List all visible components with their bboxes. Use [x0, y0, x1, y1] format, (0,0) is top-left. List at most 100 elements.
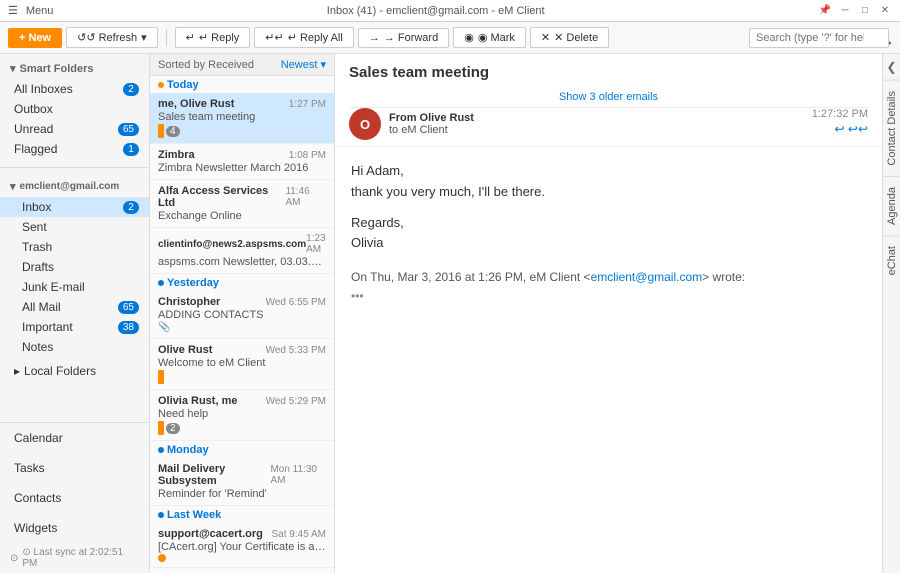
refresh-icon: ↺	[77, 31, 86, 44]
smart-folders-header[interactable]: ▾ Smart Folders	[0, 58, 149, 79]
sidebar-item-junk[interactable]: Junk E-mail	[0, 277, 149, 297]
email-item-olive-rust[interactable]: Olive Rust Wed 5:33 PM Welcome to eM Cli…	[150, 339, 334, 390]
quote-email-link[interactable]: emclient@gmail.com	[591, 270, 703, 284]
sidebar-item-important[interactable]: Important 38	[0, 317, 149, 337]
close-button[interactable]: ✕	[878, 4, 892, 18]
right-tab-contact-details[interactable]: Contact Details	[883, 80, 900, 176]
email-sender: Zimbra 1:08 PM	[158, 149, 326, 161]
sidebar-item-outbox[interactable]: Outbox	[0, 99, 149, 119]
today-dot	[158, 82, 164, 88]
menu-label[interactable]: Menu	[26, 5, 54, 17]
minimize-button[interactable]: ─	[838, 4, 852, 18]
sidebar-status: ⊙ ⊙ Last sync at 2:02:51 PM	[0, 543, 149, 573]
sidebar-item-local-folders[interactable]: ▸ Local Folders	[0, 361, 149, 381]
email-list: Sorted by Received Newest ▾ Today me, Ol…	[150, 54, 335, 573]
email-sender: Alfa Access Services Ltd 11:46 AM	[158, 185, 326, 209]
right-tab-echat[interactable]: eChat	[883, 235, 900, 285]
search-input[interactable]	[749, 28, 889, 48]
reply-icon: ↵	[186, 31, 195, 44]
right-panel: ❮ Contact Details Agenda eChat	[882, 54, 900, 573]
email-list-header: Sorted by Received Newest ▾	[150, 54, 334, 76]
email-item-sales-meeting[interactable]: me, Olive Rust 1:27 PM Sales team meetin…	[150, 93, 334, 144]
sidebar-item-trash[interactable]: Trash	[0, 237, 149, 257]
sidebar-item-unread[interactable]: Unread 65	[0, 119, 149, 139]
date-group-today: Today	[150, 76, 334, 93]
delete-icon: ✕	[541, 31, 550, 44]
pin-button[interactable]: 📌	[818, 4, 832, 18]
email-item-olivia-quote[interactable]: Olivia Rust Thu 2/25 Quote and availabil…	[150, 568, 334, 573]
toolbar: + New ↺ ↺ Refresh ▾ ↵ ↵ Reply ↵↵ ↵ Reply…	[0, 22, 900, 54]
menu-button[interactable]: ☰	[8, 4, 18, 17]
email-viewer-header: Sales team meeting Show 3 older emails O…	[335, 54, 882, 147]
sidebar-item-all-mail[interactable]: All Mail 65	[0, 297, 149, 317]
email-sender: support@cacert.org Sat 9:45 AM	[158, 528, 326, 540]
sidebar-item-notes[interactable]: Notes	[0, 337, 149, 357]
email-sender: Olive Rust Wed 5:33 PM	[158, 344, 326, 356]
sidebar-item-sent[interactable]: Sent	[0, 217, 149, 237]
order-label[interactable]: Newest ▾	[281, 58, 326, 71]
smart-folders-section: ▾ Smart Folders All Inboxes 2 Outbox Unr…	[0, 54, 149, 163]
account-arrow: ▾	[10, 180, 16, 193]
sidebar-nav-calendar[interactable]: Calendar	[0, 423, 149, 453]
flag-badge	[158, 370, 164, 384]
avatar: O	[349, 108, 381, 140]
forward-button[interactable]: → → Forward	[358, 28, 449, 48]
last-week-dot	[158, 512, 164, 518]
show-older-button[interactable]: Show 3 older emails	[349, 87, 868, 108]
date-group-monday: Monday	[150, 441, 334, 458]
forward-icon: →	[369, 32, 380, 44]
maximize-button[interactable]: □	[858, 4, 872, 18]
email-sender: Christopher Wed 6:55 PM	[158, 296, 326, 308]
email-sender: me, Olive Rust 1:27 PM	[158, 98, 326, 110]
attachment-icon: 📎	[158, 322, 170, 333]
sidebar-item-inbox[interactable]: Inbox 2	[0, 197, 149, 217]
sidebar-nav-tasks[interactable]: Tasks	[0, 453, 149, 483]
sidebar-item-flagged[interactable]: Flagged 1	[0, 139, 149, 159]
email-quote: On Thu, Mar 3, 2016 at 1:26 PM, eM Clien…	[351, 268, 866, 306]
email-item-christopher[interactable]: Christopher Wed 6:55 PM ADDING CONTACTS …	[150, 291, 334, 339]
sync-icon: ⊙	[10, 553, 18, 564]
email-item-zimbra[interactable]: Zimbra 1:08 PM Zimbra Newsletter March 2…	[150, 144, 334, 180]
date-group-last-week: Last Week	[150, 506, 334, 523]
reply-all-icon: ↵↵	[265, 31, 283, 44]
local-folders-arrow: ▸	[14, 364, 20, 378]
right-tab-agenda[interactable]: Agenda	[883, 176, 900, 235]
sort-label: Sorted by Received	[158, 59, 254, 71]
account-section: ▾ emclient@gmail.com Inbox 2 Sent Trash …	[0, 172, 149, 361]
orange-dot-badge	[158, 554, 166, 562]
mark-button[interactable]: ◉ ◉ Mark	[453, 27, 526, 48]
email-item-mail-delivery[interactable]: Mail Delivery Subsystem Mon 11:30 AM Rem…	[150, 458, 334, 506]
toolbar-right: 🔍	[749, 28, 892, 48]
email-timestamp: 1:27:32 PM ↩ ↩↩	[812, 108, 868, 136]
refresh-button[interactable]: ↺ ↺ Refresh ▾	[66, 27, 158, 48]
smart-folders-arrow: ▾	[10, 62, 16, 75]
refresh-dropdown-icon[interactable]: ▾	[141, 31, 147, 44]
email-view-subject: Sales team meeting	[349, 64, 868, 81]
window-controls: 📌 ─ □ ✕	[818, 4, 892, 18]
email-to-line: to eM Client	[389, 124, 474, 136]
sidebar-item-all-inboxes[interactable]: All Inboxes 2	[0, 79, 149, 99]
delete-button[interactable]: ✕ ✕ Delete	[530, 27, 609, 48]
sidebar: ▾ Smart Folders All Inboxes 2 Outbox Unr…	[0, 54, 150, 573]
new-button[interactable]: + New	[8, 28, 62, 48]
sidebar-nav-contacts[interactable]: Contacts	[0, 483, 149, 513]
email-regards: Regards, Olivia	[351, 213, 866, 255]
email-action-icons[interactable]: ↩ ↩↩	[835, 122, 869, 136]
email-item-clientinfo[interactable]: clientinfo@news2.aspsms.com 1:23 AM asps…	[150, 228, 334, 274]
email-sender: Olivia Rust, me Wed 5:29 PM	[158, 395, 326, 407]
email-sender: Mail Delivery Subsystem Mon 11:30 AM	[158, 463, 326, 487]
flag-badge	[158, 124, 164, 138]
email-item-olivia-rust[interactable]: Olivia Rust, me Wed 5:29 PM Need help 2	[150, 390, 334, 441]
email-item-alfa[interactable]: Alfa Access Services Ltd 11:46 AM Exchan…	[150, 180, 334, 228]
reply-button[interactable]: ↵ ↵ Reply	[175, 27, 251, 48]
sidebar-bottom: Calendar Tasks Contacts Widgets ⊙ ⊙ Last…	[0, 422, 149, 573]
right-panel-chevron[interactable]: ❮	[880, 54, 900, 80]
email-from-name: From Olive Rust	[389, 112, 474, 124]
sidebar-item-drafts[interactable]: Drafts	[0, 257, 149, 277]
sidebar-nav-widgets[interactable]: Widgets	[0, 513, 149, 543]
email-viewer: Sales team meeting Show 3 older emails O…	[335, 54, 882, 573]
reply-all-button[interactable]: ↵↵ ↵ Reply All	[254, 27, 354, 48]
email-item-cacert[interactable]: support@cacert.org Sat 9:45 AM [CAcert.o…	[150, 523, 334, 568]
email-view-from: O From Olive Rust to eM Client	[349, 108, 474, 140]
account-header[interactable]: ▾ emclient@gmail.com	[0, 176, 149, 197]
